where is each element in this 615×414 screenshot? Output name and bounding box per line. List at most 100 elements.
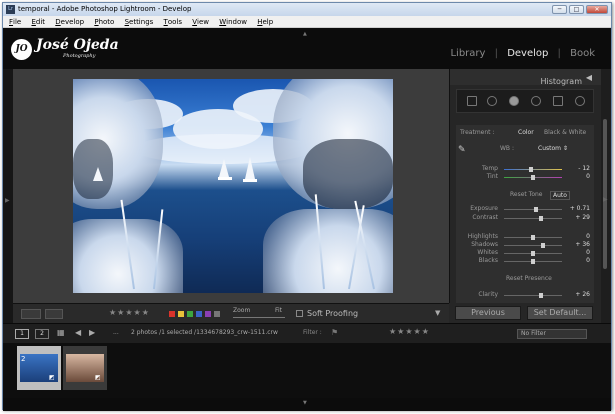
grid-view-icon[interactable]: ▦ xyxy=(57,328,65,337)
color-label-yellow[interactable] xyxy=(178,311,184,317)
slider-track-clarity[interactable] xyxy=(504,295,562,296)
close-button[interactable]: ✕ xyxy=(586,5,608,14)
wb-label: WB : xyxy=(500,145,514,152)
menu-view[interactable]: View xyxy=(188,16,213,28)
spot-removal-icon[interactable] xyxy=(509,96,519,106)
filter-preset-select[interactable]: No Filter xyxy=(517,329,587,339)
filter-preset-value: No Filter xyxy=(521,330,546,337)
module-separator: | xyxy=(494,48,498,59)
slider-label-shadows: Shadows xyxy=(471,241,498,248)
slider-value-clarity[interactable]: + 26 xyxy=(560,291,590,298)
title-bar: Lr temporal - Adobe Photoshop Lightroom … xyxy=(3,3,611,16)
bottom-panel-toggle-icon[interactable]: ▼ xyxy=(303,400,307,406)
color-label-green[interactable] xyxy=(187,311,193,317)
slider-thumb-shadows[interactable] xyxy=(541,243,546,248)
wb-eyedropper-icon[interactable]: ✎ xyxy=(458,145,466,155)
photo-preview[interactable] xyxy=(73,79,393,293)
slider-thumb-tint[interactable] xyxy=(531,175,535,180)
red-eye-icon[interactable] xyxy=(531,96,541,106)
color-label-gray[interactable] xyxy=(214,311,220,317)
filmstrip-source-info[interactable]: 2 photos /1 selected /1334678293_crw-151… xyxy=(131,329,278,336)
minimize-button[interactable]: ─ xyxy=(552,5,567,14)
treatment-bw[interactable]: Black & White xyxy=(544,129,586,136)
treatment-label: Treatment : xyxy=(460,129,495,136)
soft-proofing-checkbox[interactable] xyxy=(296,310,303,317)
zoom-slider[interactable] xyxy=(233,317,285,318)
module-book[interactable]: Book xyxy=(570,48,595,59)
rating-stars[interactable]: ★★★★★ xyxy=(109,308,150,317)
auto-tone-button[interactable]: Auto xyxy=(550,191,570,200)
page-2-button[interactable]: 2 xyxy=(35,329,49,339)
menu-settings[interactable]: Settings xyxy=(121,16,158,28)
slider-label-clarity: Clarity xyxy=(478,291,498,298)
slider-value-exposure[interactable]: + 0.71 xyxy=(560,205,590,212)
back-arrow-icon[interactable]: ◀ xyxy=(75,328,81,337)
module-library[interactable]: Library xyxy=(450,48,485,59)
menu-help[interactable]: Help xyxy=(253,16,277,28)
page-1-button[interactable]: 1 xyxy=(15,329,29,339)
zoom-fit-label: Fit xyxy=(275,307,283,314)
right-panel-scrollbar[interactable]: ▶ xyxy=(601,69,611,323)
tone-label: Reset Tone xyxy=(510,191,543,198)
slider-value-blacks[interactable]: 0 xyxy=(560,257,590,264)
slider-label-highlights: Highlights xyxy=(467,233,498,240)
slider-thumb-contrast[interactable] xyxy=(539,216,544,221)
scrollbar-thumb[interactable] xyxy=(603,119,607,269)
radial-filter-icon[interactable] xyxy=(575,96,585,106)
slider-track-shadows[interactable] xyxy=(504,245,562,246)
slider-value-shadows[interactable]: + 36 xyxy=(560,241,590,248)
loupe-view-button[interactable] xyxy=(21,309,41,319)
color-label-red[interactable] xyxy=(169,311,175,317)
slider-value-highlights[interactable]: 0 xyxy=(560,233,590,240)
previous-button[interactable]: Previous xyxy=(455,306,521,320)
menu-tools[interactable]: Tools xyxy=(160,16,186,28)
slider-value-whites[interactable]: 0 xyxy=(560,249,590,256)
slider-track-contrast[interactable] xyxy=(504,218,562,219)
histogram-header[interactable]: Histogram ◀ xyxy=(450,69,602,86)
slider-thumb-highlights[interactable] xyxy=(531,235,535,240)
slider-value-contrast[interactable]: + 29 xyxy=(560,214,590,221)
lightroom-app-icon[interactable]: Lr xyxy=(6,5,15,14)
slider-label-whites: Whites xyxy=(477,249,498,256)
slider-thumb-temp[interactable] xyxy=(529,167,534,172)
filmstrip-thumbnail-2[interactable]: ◩ xyxy=(63,346,107,390)
bottom-panel-bar: ▼ xyxy=(3,398,611,411)
slider-thumb-blacks[interactable] xyxy=(531,259,535,264)
slider-label-blacks: Blacks xyxy=(478,257,498,264)
menu-file[interactable]: File xyxy=(3,16,25,28)
left-panel-toggle-icon[interactable]: ▶ xyxy=(5,197,10,204)
crop-tool-icon[interactable] xyxy=(487,96,497,106)
wb-select[interactable]: Custom ⇕ xyxy=(538,145,568,152)
filter-flag-icon[interactable]: ⚑ xyxy=(331,328,338,337)
color-label-blue[interactable] xyxy=(196,311,202,317)
left-panel-collapsed[interactable]: ▶ xyxy=(3,69,13,344)
before-after-button[interactable] xyxy=(45,309,63,319)
ellipsis-icon[interactable]: ... xyxy=(113,329,119,336)
graduated-filter-icon[interactable] xyxy=(553,96,563,106)
treatment-color[interactable]: Color xyxy=(518,129,534,136)
thumbnail-badge: 2 xyxy=(21,355,26,363)
slider-label-contrast: Contrast xyxy=(472,214,498,221)
menu-develop[interactable]: Develop xyxy=(51,16,88,28)
grid-tool-icon[interactable] xyxy=(467,96,477,106)
right-panel-toggle-icon[interactable]: ▶ xyxy=(603,196,608,203)
slider-value-tint[interactable]: 0 xyxy=(560,173,590,180)
right-panel-footer: Previous Set Default... xyxy=(449,303,601,323)
menu-window[interactable]: Window xyxy=(215,16,251,28)
toolbar-menu-icon[interactable]: ▼ xyxy=(435,309,440,317)
maximize-button[interactable]: □ xyxy=(569,5,584,14)
color-label-purple[interactable] xyxy=(205,311,211,317)
menu-photo[interactable]: Photo xyxy=(90,16,118,28)
slider-thumb-exposure[interactable] xyxy=(533,207,538,212)
menu-edit[interactable]: Edit xyxy=(27,16,49,28)
set-default-button[interactable]: Set Default... xyxy=(527,306,593,320)
histogram-tools xyxy=(456,89,594,113)
filmstrip-thumbnail-1[interactable]: 2 ◩ xyxy=(17,346,61,390)
slider-value-temp[interactable]: - 12 xyxy=(560,165,590,172)
slider-thumb-clarity[interactable] xyxy=(538,293,543,298)
module-develop[interactable]: Develop xyxy=(507,48,548,59)
filter-rating-stars[interactable]: ★★★★★ xyxy=(389,327,430,336)
forward-arrow-icon[interactable]: ▶ xyxy=(89,328,95,337)
top-panel-toggle-icon[interactable]: ▲ xyxy=(303,31,307,37)
slider-thumb-whites[interactable] xyxy=(531,251,535,256)
